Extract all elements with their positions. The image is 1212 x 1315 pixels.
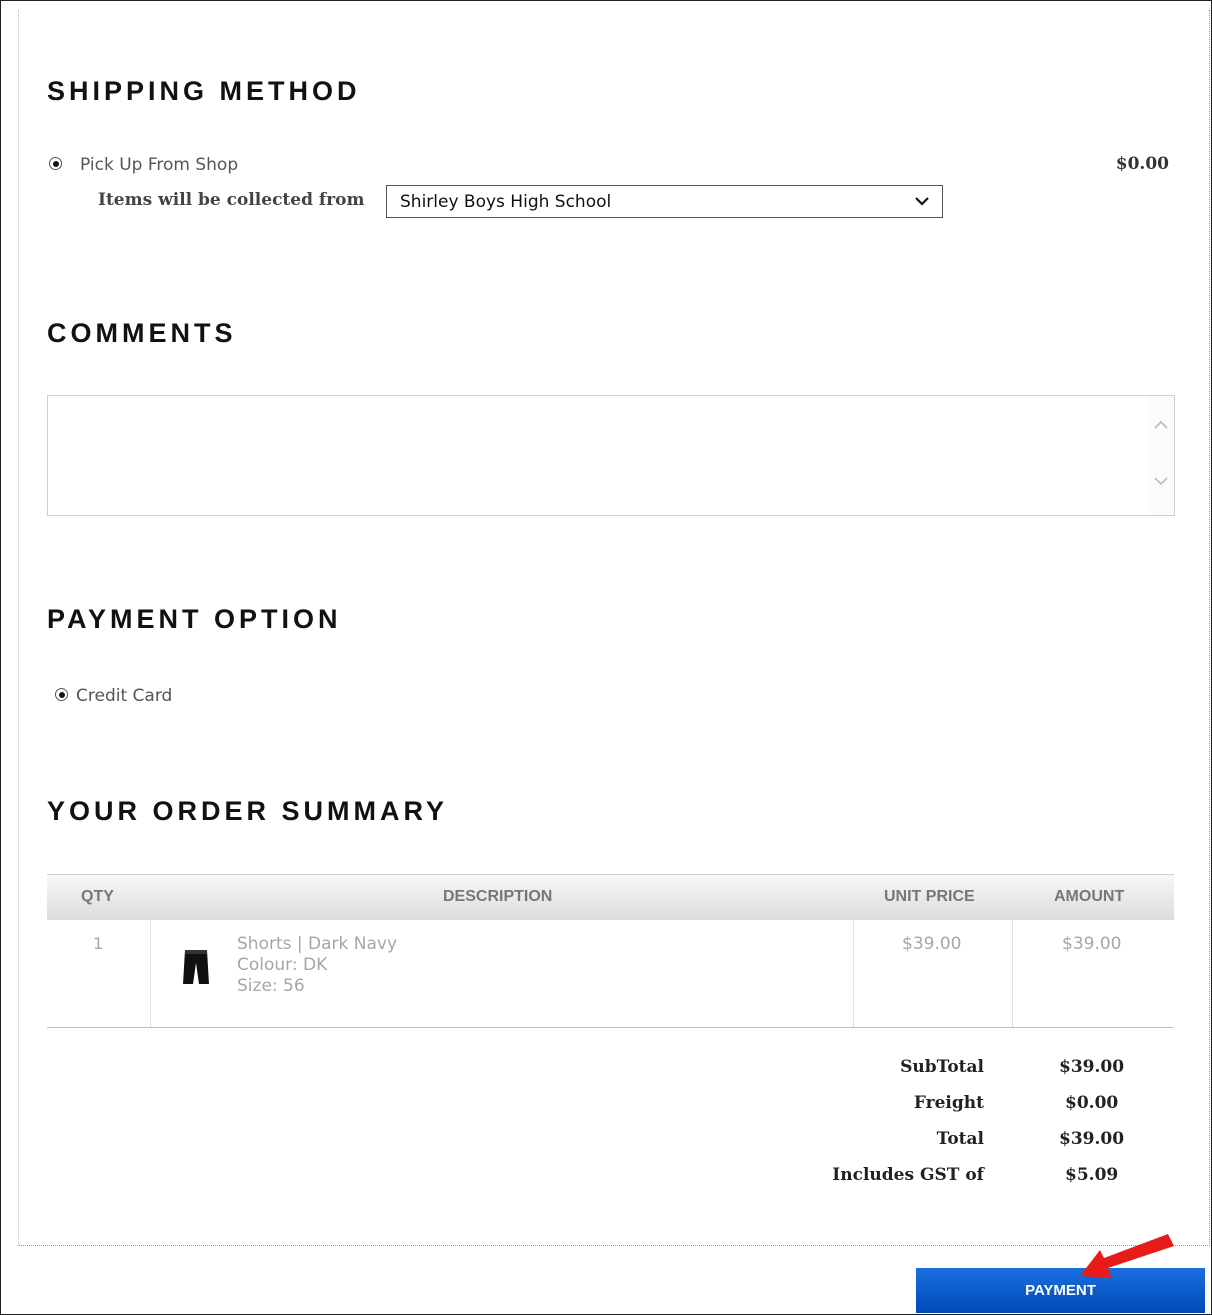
freight-label: Freight [913,1093,984,1113]
total-label: Total [936,1129,984,1149]
subtotal-value: $39.00 [1059,1057,1125,1077]
column-divider [150,919,151,1027]
freight-value: $0.00 [1065,1093,1119,1113]
col-description: DESCRIPTION [443,888,553,905]
column-divider [1012,919,1013,1027]
red-arrow-icon [1080,1234,1174,1278]
credit-card-radio[interactable] [55,688,68,701]
item-colour: Colour: DK [237,955,328,975]
item-name: Shorts | Dark Navy [237,934,398,954]
table-row: 1 Shorts | Dark Navy Colour: DK Size: 56… [47,919,1174,1028]
comments-heading: COMMENTS [47,318,237,348]
col-amount: AMOUNT [1054,888,1125,905]
comments-textarea[interactable] [48,396,1152,519]
chevron-down-icon [915,197,929,206]
comments-scrollbar[interactable] [1148,396,1174,515]
collect-location-value: Shirley Boys High School [400,192,612,212]
subtotal-label: SubTotal [900,1057,984,1077]
item-unit-price: $39.00 [902,934,962,954]
payment-option-heading: PAYMENT OPTION [47,604,342,634]
item-amount: $39.00 [1062,934,1122,954]
shorts-thumbnail [183,950,209,984]
col-unit-price: UNIT PRICE [884,888,975,905]
item-qty: 1 [93,934,104,953]
pickup-radio[interactable] [49,157,62,170]
gst-label: Includes GST of [832,1165,984,1185]
gst-value: $5.09 [1065,1165,1119,1185]
collect-location-select[interactable]: Shirley Boys High School [386,185,943,218]
total-value: $39.00 [1059,1129,1125,1149]
item-size: Size: 56 [237,976,305,996]
scroll-up-icon[interactable] [1153,418,1169,432]
pickup-price: $0.00 [1115,154,1169,174]
table-header: QTY DESCRIPTION UNIT PRICE AMOUNT [47,874,1174,920]
column-divider [853,919,854,1027]
collect-from-label: Items will be collected from [98,190,365,210]
col-qty: QTY [81,888,114,905]
scroll-down-icon[interactable] [1153,474,1169,488]
pickup-label[interactable]: Pick Up From Shop [80,155,238,175]
order-summary-heading: YOUR ORDER SUMMARY [47,796,449,826]
comments-box [47,395,1175,519]
shipping-method-heading: SHIPPING METHOD [47,76,361,106]
credit-card-label[interactable]: Credit Card [76,686,172,706]
